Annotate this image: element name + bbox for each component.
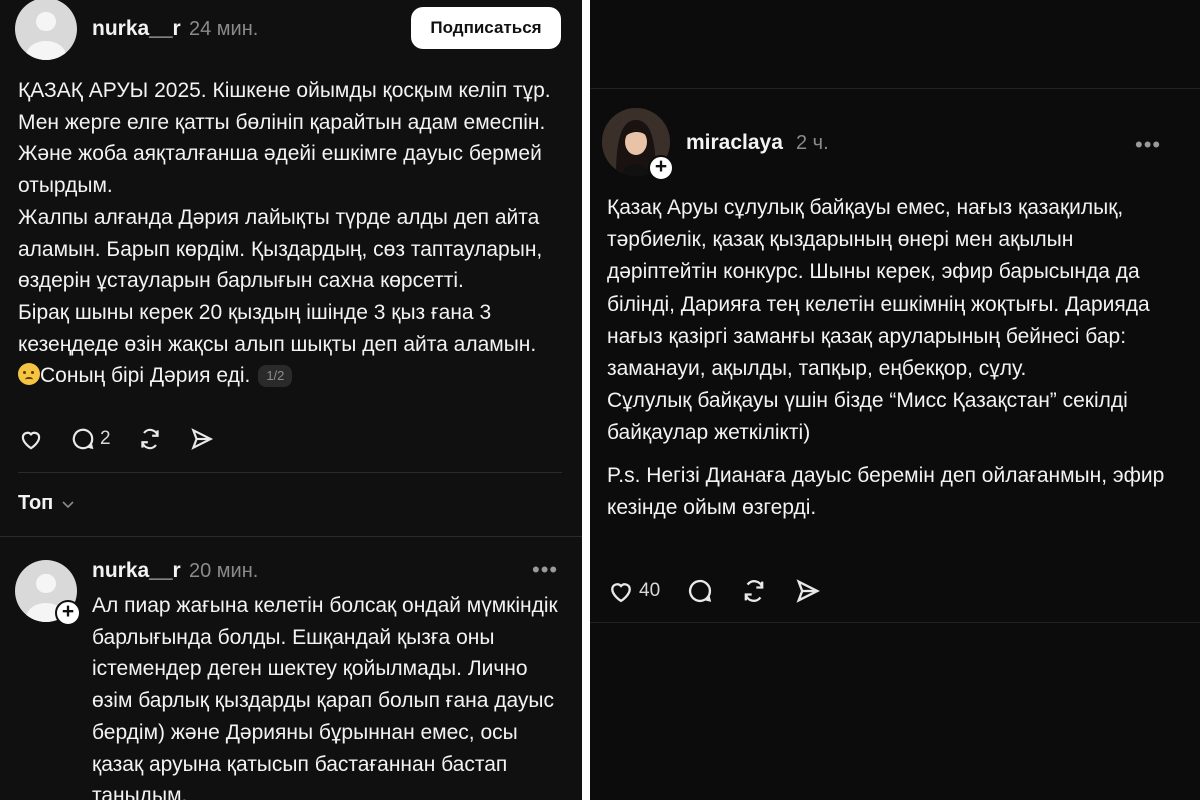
divider (590, 622, 1200, 623)
heart-icon (611, 583, 631, 603)
post-paragraph: ҚАЗАҚ АРУЫ 2025. Кішкене ойымды қосқым к… (18, 79, 551, 198)
post-paragraph: Сұлулық байқауы үшін бізде “Мисс Қазақст… (607, 389, 1128, 445)
send-icon (190, 428, 213, 450)
divider (590, 88, 1200, 89)
plus-icon[interactable]: + (648, 155, 674, 181)
like-button[interactable] (18, 426, 44, 452)
post-username[interactable]: miraclaya (686, 131, 783, 155)
more-icon[interactable]: ••• (532, 559, 558, 581)
chevron-down-icon (62, 500, 74, 508)
share-button[interactable] (189, 426, 215, 452)
left-screenshot: nurka__r 24 мин. Подписаться ҚАЗАҚ АРУЫ … (0, 0, 582, 800)
post-paragraph: P.s. Негізі Дианаға дауыс беремін деп ой… (607, 463, 1165, 519)
post-paragraph: Қазақ Аруы сұлулық байқауы емес, нағыз қ… (607, 196, 1150, 381)
right-screenshot: + miraclaya 2 ч. ••• Қазақ Аруы сұлулық … (590, 0, 1200, 800)
post-timestamp: 2 ч. (796, 132, 829, 154)
heart-icon (21, 431, 41, 450)
post-username[interactable]: nurka__r (92, 17, 181, 41)
post-actions: 2 (18, 426, 241, 452)
reply-timestamp: 20 мин. (189, 560, 259, 582)
page-indicator[interactable]: 1/2 (258, 365, 293, 388)
post-timestamp: 24 мин. (189, 18, 259, 40)
divider (0, 536, 582, 537)
repost-button[interactable] (740, 577, 768, 605)
reply-username[interactable]: nurka__r (92, 559, 181, 583)
reply-count: 2 (100, 428, 111, 449)
like-button[interactable]: 40 (607, 577, 660, 605)
plus-icon[interactable]: + (55, 600, 81, 626)
sort-label: Топ (18, 492, 54, 514)
post-body: ҚАЗАҚ АРУЫ 2025. Кішкене ойымды қосқым к… (18, 75, 558, 392)
post-actions: 40 (607, 577, 848, 605)
reply-button[interactable]: 2 (70, 426, 111, 452)
post-body: Қазақ Аруы сұлулық байқауы емес, нағыз қ… (607, 192, 1175, 524)
subscribe-button[interactable]: Подписаться (411, 7, 561, 49)
post-paragraph: Жалпы алғанда Дәрия лайықты түрде алды д… (18, 205, 543, 293)
repost-icon (140, 428, 159, 450)
avatar[interactable] (15, 0, 77, 60)
repost-button[interactable] (137, 426, 163, 452)
more-icon[interactable]: ••• (1135, 134, 1161, 156)
comment-icon (72, 428, 94, 450)
reply-body: Ал пиар жағына келетін болсақ ондай мүмк… (92, 594, 558, 800)
comment-icon (689, 579, 712, 603)
send-icon (796, 579, 821, 603)
repost-icon (744, 580, 764, 602)
sort-dropdown[interactable]: Топ (18, 492, 75, 515)
divider (18, 472, 562, 473)
like-count: 40 (639, 580, 661, 601)
reply-button[interactable] (686, 577, 714, 605)
post-paragraph-last: Бірақ шыны керек 20 қыздың ішінде 3 қыз … (18, 300, 537, 388)
share-button[interactable] (794, 577, 822, 605)
emoji-icon (18, 363, 40, 386)
